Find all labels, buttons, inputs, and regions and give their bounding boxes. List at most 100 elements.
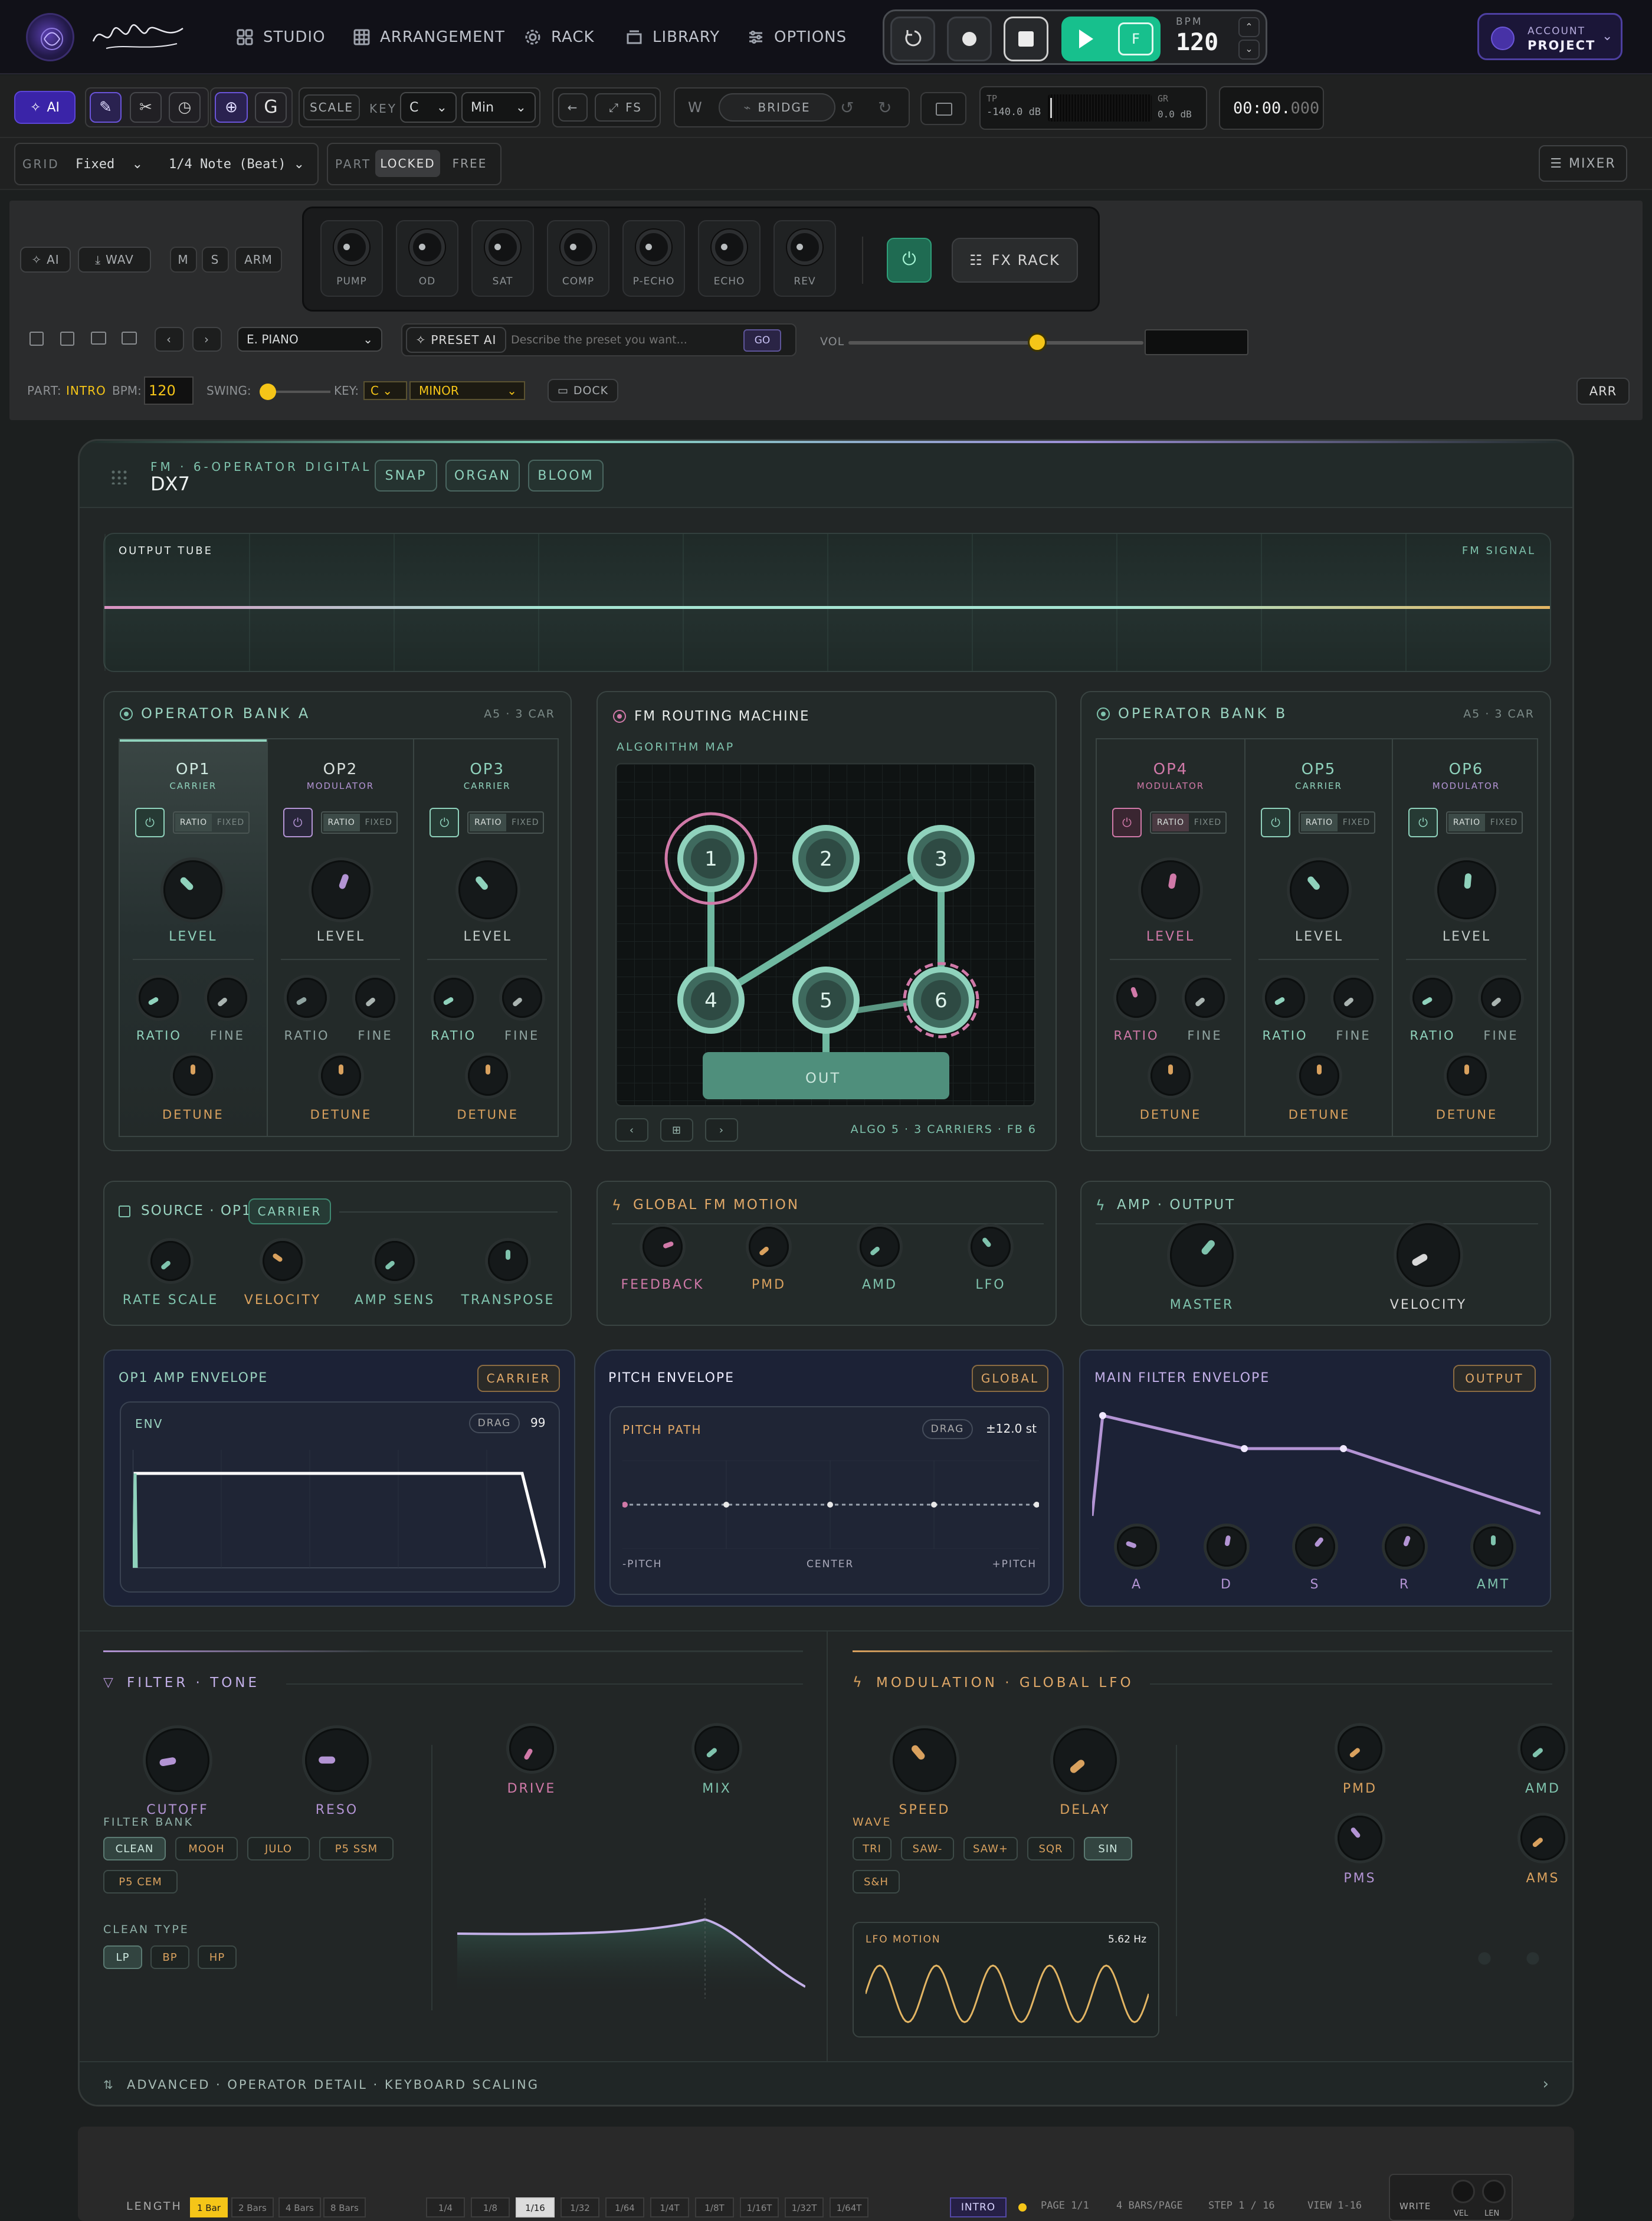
rate-scale-knob[interactable]: [150, 1241, 191, 1281]
detune-knob[interactable]: [1299, 1056, 1339, 1096]
nav-library[interactable]: LIBRARY: [625, 24, 720, 51]
operator-power-button[interactable]: ⏻: [1261, 808, 1290, 837]
vel-knob[interactable]: [1451, 2180, 1475, 2203]
vol-slider-thumb[interactable]: [1028, 333, 1047, 352]
redo-icon[interactable]: ↻: [878, 98, 891, 117]
source-badge[interactable]: CARRIER: [248, 1198, 331, 1224]
filter-type-bp[interactable]: BP: [150, 1945, 189, 1969]
fine-knob[interactable]: [207, 978, 248, 1018]
grid-note-select[interactable]: 1/4 Note (Beat) ⌄: [160, 148, 313, 181]
fixed-button[interactable]: FIXED: [1190, 814, 1225, 831]
algo-next-button[interactable]: ›: [705, 1118, 738, 1142]
wave-tri[interactable]: TRI: [853, 1837, 891, 1860]
folder-icon[interactable]: [91, 332, 106, 345]
op1-env-badge[interactable]: CARRIER: [477, 1365, 560, 1392]
division-1-64[interactable]: 1/64: [605, 2197, 644, 2217]
len-knob[interactable]: [1482, 2180, 1506, 2203]
fx-knob-od[interactable]: OD: [396, 220, 458, 297]
fine-knob[interactable]: [1481, 978, 1521, 1018]
scale-button[interactable]: SCALE: [303, 94, 360, 120]
fx-knob-pump[interactable]: PUMP: [320, 220, 383, 297]
free-button[interactable]: FREE: [444, 150, 496, 177]
s-knob[interactable]: [1295, 1526, 1335, 1567]
preset-select[interactable]: E. PIANO ⌄: [237, 327, 382, 352]
wave-s-h[interactable]: S&H: [853, 1870, 900, 1894]
fx-knob-comp[interactable]: COMP: [547, 220, 609, 297]
pmd-knob[interactable]: [1338, 1726, 1382, 1771]
bpm-down-button[interactable]: ⌄: [1238, 40, 1260, 60]
knob-dial[interactable]: [636, 230, 671, 265]
wave-sqr[interactable]: SQR: [1027, 1837, 1074, 1860]
filter-type-hp[interactable]: HP: [198, 1945, 237, 1969]
vol-slider[interactable]: [848, 333, 1143, 352]
division-1-16[interactable]: 1/16: [516, 2197, 555, 2217]
ratio-button[interactable]: RATIO: [470, 814, 507, 831]
filter-bank-p5-ssm[interactable]: P5 SSM: [319, 1837, 394, 1860]
ratio-button[interactable]: RATIO: [1448, 814, 1485, 831]
operator-power-button[interactable]: ⏻: [135, 808, 165, 837]
ratio-knob[interactable]: [1116, 978, 1156, 1018]
fine-knob[interactable]: [355, 978, 395, 1018]
division-1-64t[interactable]: 1/64T: [830, 2197, 868, 2217]
back-button[interactable]: ←: [558, 93, 588, 122]
transpose-knob[interactable]: [488, 1241, 528, 1281]
division-1-32[interactable]: 1/32: [560, 2197, 599, 2217]
arm-button[interactable]: ARM: [235, 247, 282, 273]
algo-grid-button[interactable]: ⊞: [660, 1118, 693, 1142]
scissors-tool[interactable]: ✂: [130, 92, 162, 123]
fine-knob[interactable]: [1185, 978, 1225, 1018]
arr-button[interactable]: ARR: [1576, 378, 1630, 405]
fixed-button[interactable]: FIXED: [1339, 814, 1374, 831]
division-1-16t[interactable]: 1/16T: [740, 2197, 779, 2217]
ratio-knob[interactable]: [433, 978, 474, 1018]
operator-node-6[interactable]: 6: [903, 962, 979, 1039]
level-knob[interactable]: [1141, 860, 1200, 919]
r-knob[interactable]: [1385, 1526, 1425, 1567]
division-1-32t[interactable]: 1/32T: [785, 2197, 824, 2217]
drag-chip[interactable]: DRAG: [922, 1419, 973, 1439]
fine-knob[interactable]: [502, 978, 542, 1018]
ratio-knob[interactable]: [1412, 978, 1453, 1018]
ratio-button[interactable]: RATIO: [175, 814, 212, 831]
ai-button[interactable]: ✧ AI: [14, 91, 76, 124]
filter-bank-clean[interactable]: CLEAN: [103, 1837, 166, 1860]
ratio-button[interactable]: RATIO: [1152, 814, 1189, 831]
length-8-bars[interactable]: 8 Bars: [323, 2197, 366, 2217]
level-knob[interactable]: [311, 860, 371, 919]
fx-knob-echo[interactable]: ECHO: [698, 220, 761, 297]
a-knob[interactable]: [1117, 1526, 1157, 1567]
preset-organ-button[interactable]: ORGAN: [445, 460, 520, 492]
fixed-button[interactable]: FIXED: [1486, 814, 1522, 831]
pencil-tool[interactable]: ✎: [90, 92, 122, 123]
ams-knob[interactable]: [1520, 1816, 1565, 1860]
play-button[interactable]: F: [1061, 17, 1161, 61]
solo-button[interactable]: S: [202, 247, 229, 273]
knob-dial[interactable]: [712, 230, 747, 265]
knob-dial[interactable]: [409, 230, 445, 265]
knob-dial[interactable]: [560, 230, 596, 265]
operator-power-button[interactable]: ⏻: [283, 808, 313, 837]
seq-part-badge[interactable]: INTRO: [950, 2197, 1007, 2217]
pms-knob[interactable]: [1338, 1816, 1382, 1860]
dock-button[interactable]: ▭ DOCK: [548, 379, 618, 402]
level-knob[interactable]: [163, 860, 223, 919]
save-icon[interactable]: [30, 332, 44, 346]
op1-env-graph[interactable]: ENV DRAG 99: [120, 1401, 560, 1593]
follow-button[interactable]: F: [1118, 22, 1153, 55]
filter-bank-mooh[interactable]: MOOH: [175, 1837, 238, 1860]
track-key-select[interactable]: C ⌄: [363, 381, 407, 400]
detune-knob[interactable]: [320, 1056, 361, 1096]
division-1-4[interactable]: 1/4: [426, 2197, 465, 2217]
record-button[interactable]: [947, 17, 992, 61]
filter-env-curve[interactable]: [1092, 1404, 1540, 1522]
knob-dial[interactable]: [787, 230, 822, 265]
advanced-section[interactable]: ⇅ ADVANCED · OPERATOR DETAIL · KEYBOARD …: [80, 2061, 1572, 2105]
drive-knob[interactable]: [509, 1726, 554, 1771]
operator-power-button[interactable]: ⏻: [1408, 808, 1438, 837]
division-1-8[interactable]: 1/8: [471, 2197, 510, 2217]
operator-power-button[interactable]: ⏻: [1112, 808, 1142, 837]
fx-knob-p-echo[interactable]: P-ECHO: [622, 220, 685, 297]
detune-knob[interactable]: [1447, 1056, 1487, 1096]
wave-saw[interactable]: SAW+: [963, 1837, 1018, 1860]
g-button[interactable]: G: [255, 92, 287, 123]
